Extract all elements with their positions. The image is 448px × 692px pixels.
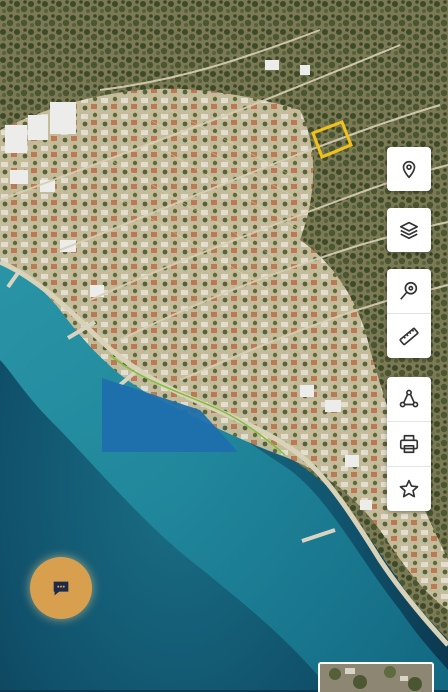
chat-button[interactable] xyxy=(30,557,92,619)
star-icon xyxy=(399,479,419,498)
print-icon xyxy=(399,434,419,454)
location-pin-button[interactable] xyxy=(387,147,431,191)
location-pin-icon xyxy=(402,160,416,179)
locate-tool-group xyxy=(387,147,431,191)
search-location-icon xyxy=(400,281,418,300)
ruler-icon xyxy=(399,327,419,346)
print-button[interactable] xyxy=(387,421,431,466)
measure-tool-group xyxy=(387,269,431,358)
layers-tool-group xyxy=(387,208,431,252)
chat-bubble-icon xyxy=(53,581,69,596)
basemap-thumbnail[interactable] xyxy=(318,662,434,692)
ruler-button[interactable] xyxy=(387,313,431,358)
basemap-thumbnail-image xyxy=(320,664,432,692)
favorite-button[interactable] xyxy=(387,466,431,511)
share-button[interactable] xyxy=(387,377,431,421)
share-tool-group xyxy=(387,377,431,511)
share-icon xyxy=(399,389,419,408)
layers-icon xyxy=(399,221,419,240)
search-location-button[interactable] xyxy=(387,269,431,313)
layers-button[interactable] xyxy=(387,208,431,252)
